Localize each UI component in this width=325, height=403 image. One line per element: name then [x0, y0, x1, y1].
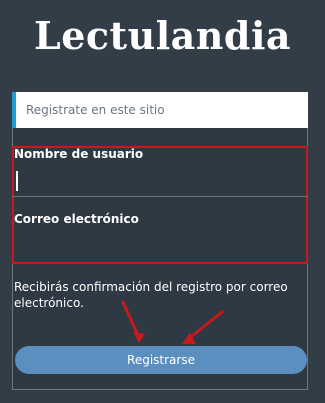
username-input[interactable] — [12, 167, 308, 197]
register-button[interactable]: Registrarse — [15, 346, 307, 374]
email-input[interactable] — [12, 232, 308, 262]
username-label: Nombre de usuario — [14, 147, 144, 161]
text-cursor — [16, 171, 18, 191]
email-label: Correo electrónico — [14, 212, 139, 226]
site-logo: Lectulandia — [33, 13, 292, 58]
register-prompt: Registrate en este sitio — [12, 92, 308, 128]
confirmation-notice: Recibirás confirmación del registro por … — [14, 280, 288, 310]
